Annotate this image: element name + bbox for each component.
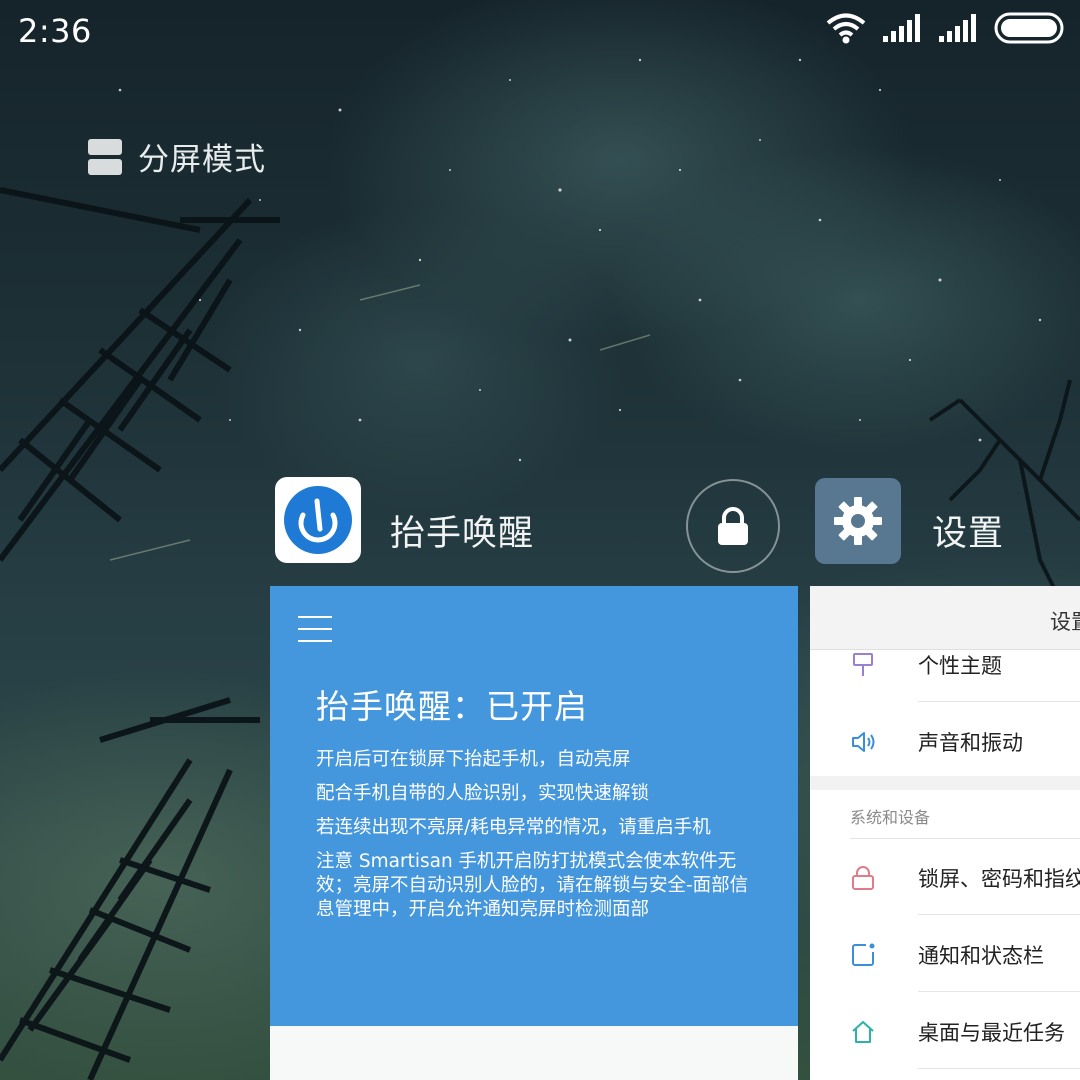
hamburger-menu-icon[interactable] bbox=[298, 616, 332, 642]
divider bbox=[918, 914, 1080, 915]
gear-icon bbox=[834, 497, 882, 545]
lock-outline-icon bbox=[852, 866, 874, 890]
description-line: 配合手机自带的人脸识别，实现快速解锁 bbox=[316, 783, 650, 804]
settings-item-label: 个性主题 bbox=[918, 654, 1002, 678]
description-line: 注意 Smartisan 手机开启防打扰模式会使本软件无效；亮屏不自动识别人脸的… bbox=[316, 851, 749, 920]
settings-section-title: 系统和设备 bbox=[850, 808, 931, 827]
section-gap bbox=[810, 776, 1080, 790]
signal-icon bbox=[939, 14, 976, 42]
description-line: 开启后可在锁屏下抬起手机，自动亮屏 bbox=[316, 749, 631, 770]
signal-icon bbox=[883, 14, 920, 42]
notification-icon bbox=[852, 943, 875, 966]
settings-task-card[interactable]: 设置 个性主题 声音和振动 系统和设备 锁屏、密码和指纹 通知和状态 bbox=[810, 586, 1080, 1080]
status-bar: 2:36 bbox=[0, 0, 1080, 64]
split-screen-label: 分屏模式 bbox=[138, 142, 266, 178]
status-time: 2:36 bbox=[18, 12, 92, 50]
wifi-icon bbox=[826, 13, 866, 44]
raise-to-wake-logo bbox=[284, 486, 352, 554]
raise-to-wake-app-title: 抬手唤醒 bbox=[390, 514, 535, 554]
divider bbox=[918, 991, 1080, 992]
settings-item-label: 桌面与最近任务 bbox=[918, 1021, 1065, 1045]
raise-to-wake-app-icon[interactable] bbox=[275, 477, 361, 563]
settings-item-desktop[interactable]: 桌面与最近任务 bbox=[810, 993, 1080, 1069]
card-bottom-area bbox=[270, 1026, 798, 1080]
speaker-icon bbox=[852, 732, 875, 752]
lock-app-button[interactable] bbox=[686, 479, 780, 573]
settings-item-label: 通知和状态栏 bbox=[918, 944, 1044, 968]
raise-to-wake-status-heading: 抬手唤醒：已开启 bbox=[316, 687, 588, 726]
split-screen-button[interactable]: 分屏模式 bbox=[88, 134, 266, 179]
brush-icon bbox=[853, 653, 873, 676]
settings-item-lockscreen[interactable]: 锁屏、密码和指纹 bbox=[810, 839, 1080, 915]
settings-item-label: 锁屏、密码和指纹 bbox=[918, 867, 1080, 891]
battery-icon bbox=[994, 12, 1064, 44]
settings-app-icon[interactable] bbox=[815, 478, 901, 564]
settings-item-notifications[interactable]: 通知和状态栏 bbox=[810, 916, 1080, 992]
divider bbox=[918, 1068, 1080, 1069]
settings-item-sound[interactable]: 声音和振动 bbox=[810, 703, 1080, 779]
raise-to-wake-description: 开启后可在锁屏下抬起手机，自动亮屏 配合手机自带的人脸识别，实现快速解锁 若连续… bbox=[316, 748, 766, 932]
settings-item-label: 声音和振动 bbox=[918, 731, 1023, 755]
description-line: 若连续出现不亮屏/耗电异常的情况，请重启手机 bbox=[316, 817, 711, 838]
split-screen-icon bbox=[88, 138, 122, 175]
home-icon bbox=[852, 1021, 874, 1043]
raise-to-wake-task-card[interactable]: 抬手唤醒：已开启 开启后可在锁屏下抬起手机，自动亮屏 配合手机自带的人脸识别，实… bbox=[270, 586, 798, 1080]
lock-icon bbox=[718, 507, 748, 545]
divider bbox=[918, 701, 1080, 702]
status-icons bbox=[826, 12, 1066, 44]
settings-item-theme[interactable]: 个性主题 bbox=[810, 626, 1080, 702]
settings-app-title: 设置 bbox=[932, 514, 1005, 554]
